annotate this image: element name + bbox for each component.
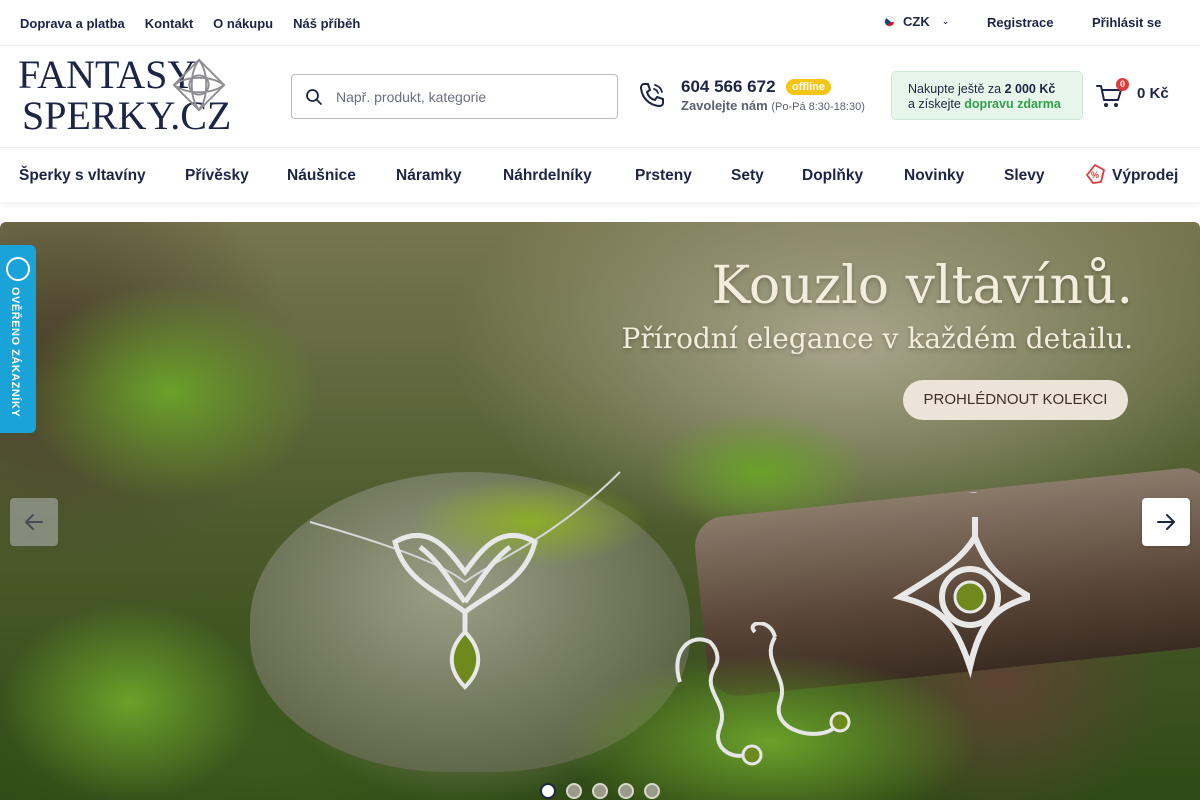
top-link-about-shopping[interactable]: O nákupu xyxy=(213,16,273,31)
login-link[interactable]: Přihlásit se xyxy=(1092,15,1161,30)
nav-item-sets[interactable]: Sety xyxy=(731,167,764,185)
search-box xyxy=(291,74,618,119)
register-link[interactable]: Registrace xyxy=(987,15,1053,30)
nav-item-accessories[interactable]: Doplňky xyxy=(802,167,863,185)
nav-item-clearance[interactable]: Výprodej xyxy=(1112,167,1178,185)
call-us-label: Zavolejte nám xyxy=(681,98,768,113)
nav-item-earrings[interactable]: Náušnice xyxy=(287,167,356,185)
cart-count-badge: 0 xyxy=(1116,78,1129,91)
nav-item-rings[interactable]: Prsteny xyxy=(635,167,692,185)
carousel-dot-5[interactable] xyxy=(644,783,660,799)
search-icon xyxy=(306,89,322,105)
free-ship-link[interactable]: dopravu zdarma xyxy=(964,97,1061,111)
verified-badge-icon xyxy=(6,257,30,281)
hero-title: Kouzlo vltavínů. xyxy=(711,256,1133,316)
carousel-next-button[interactable] xyxy=(1142,498,1190,546)
arrow-right-icon xyxy=(1157,514,1175,530)
fern-decoration xyxy=(20,282,320,502)
carousel-dot-4[interactable] xyxy=(618,783,634,799)
celtic-pendant-image xyxy=(892,492,1030,679)
carousel-prev-button[interactable] xyxy=(10,498,58,546)
carousel-dot-2[interactable] xyxy=(566,783,582,799)
verified-customers-tab[interactable]: OVĚŘENO ZÁKAZNÍKY xyxy=(0,245,36,433)
hero-cta-button[interactable]: PROHLÉDNOUT KOLEKCI xyxy=(903,380,1128,420)
celtic-earrings-image xyxy=(675,622,851,766)
free-ship-prefix: Nakupte ještě za xyxy=(908,82,1005,96)
top-link-contact[interactable]: Kontakt xyxy=(145,16,193,31)
hero-banner[interactable]: Kouzlo vltavínů. Přírodní elegance v kaž… xyxy=(0,222,1200,800)
verified-label: OVĚŘENO ZÁKAZNÍKY xyxy=(9,287,21,418)
nav-item-moldavite-jewelry[interactable]: Šperky s vltavíny xyxy=(19,167,146,185)
celtic-necklace-image xyxy=(309,471,621,690)
hero-subtitle: Přírodní elegance v každém detailu. xyxy=(621,322,1134,355)
free-ship-middle: a získejte xyxy=(908,97,965,111)
czech-flag-icon xyxy=(884,16,895,27)
carousel-dot-1[interactable] xyxy=(540,783,556,799)
nav-item-bracelets[interactable]: Náramky xyxy=(396,167,462,185)
free-ship-amount: 2 000 Kč xyxy=(1004,82,1056,96)
nav-item-new[interactable]: Novinky xyxy=(904,167,964,185)
call-us-text: Zavolejte nám (Po-Pá 8:30-18:30) xyxy=(681,98,865,113)
sale-tag-icon: % xyxy=(1086,164,1105,184)
search-input[interactable] xyxy=(336,75,606,118)
phone-number[interactable]: 604 566 672 xyxy=(681,77,776,97)
top-bar: Doprava a platba Kontakt O nákupu Náš př… xyxy=(0,0,1200,46)
main-nav: Šperky s vltavíny Přívěsky Náušnice Nára… xyxy=(0,147,1200,202)
cart-total[interactable]: 0 Kč xyxy=(1137,85,1169,102)
call-hours: (Po-Pá 8:30-18:30) xyxy=(771,101,865,113)
nav-item-discounts[interactable]: Slevy xyxy=(1004,167,1045,185)
arrow-left-icon xyxy=(25,514,43,530)
phone-icon xyxy=(640,83,664,107)
site-logo[interactable]: FANTASY SPERKY.CZ xyxy=(18,55,233,139)
svg-text:%: % xyxy=(1091,170,1099,180)
fern-decoration xyxy=(0,602,260,800)
celtic-knot-logo-icon xyxy=(172,58,226,112)
phone-status-badge: offline xyxy=(786,79,831,95)
free-shipping-box: Nakupte ještě za 2 000 Kč a získejte dop… xyxy=(891,71,1083,120)
carousel-dot-3[interactable] xyxy=(592,783,608,799)
currency-label: CZK xyxy=(903,14,930,29)
top-links: Doprava a platba Kontakt O nákupu Náš př… xyxy=(20,0,360,46)
chevron-down-icon: ⌄ xyxy=(941,16,950,26)
nav-item-necklaces[interactable]: Náhrdelníky xyxy=(503,167,592,185)
top-link-our-story[interactable]: Náš příběh xyxy=(293,16,360,31)
currency-selector[interactable]: CZK ⌄ xyxy=(884,14,949,29)
carousel-dots xyxy=(540,783,660,799)
nav-item-pendants[interactable]: Přívěsky xyxy=(185,167,249,185)
top-link-shipping[interactable]: Doprava a platba xyxy=(20,16,125,31)
